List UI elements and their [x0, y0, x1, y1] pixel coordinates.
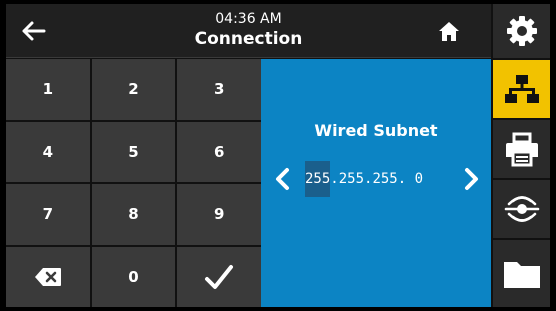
previous-octet-button[interactable] [271, 161, 295, 197]
sidebar-item-print[interactable] [493, 120, 550, 178]
network-icon [504, 75, 539, 103]
backspace-key[interactable] [6, 246, 90, 307]
page-title: Connection [194, 29, 303, 49]
sensor-icon [504, 196, 539, 222]
header-bar: 04:36 AM Connection [6, 4, 491, 58]
clock-time: 04:36 AM [215, 11, 282, 27]
confirm-key[interactable] [177, 246, 261, 307]
sidebar-item-storage[interactable] [493, 240, 550, 307]
key-2[interactable]: 2 [91, 59, 176, 120]
printer-icon [505, 132, 538, 167]
key-5[interactable]: 5 [91, 121, 176, 182]
key-1[interactable]: 1 [6, 59, 90, 120]
active-octet: 255 [305, 161, 331, 197]
key-6[interactable]: 6 [177, 121, 261, 182]
next-octet-button[interactable] [459, 161, 483, 197]
value-editor: Wired Subnet 255.255.255. 0 [261, 59, 491, 307]
key-3[interactable]: 3 [177, 59, 261, 120]
sidebar-item-connection[interactable] [493, 60, 550, 118]
sidebar-item-sensor[interactable] [493, 180, 550, 238]
remaining-octets: .255.255. 0 [330, 171, 424, 187]
chevron-right-icon [465, 168, 478, 190]
gear-icon [506, 16, 537, 46]
sidebar-menu [493, 4, 550, 307]
key-0[interactable]: 0 [91, 246, 176, 307]
folder-icon [503, 261, 540, 288]
chevron-left-icon [276, 168, 289, 190]
key-4[interactable]: 4 [6, 121, 90, 182]
sidebar-item-settings[interactable] [493, 4, 550, 58]
numeric-keypad: 1 2 3 4 5 6 7 8 9 0 [6, 59, 261, 307]
subnet-value[interactable]: 255.255.255. 0 [305, 161, 423, 197]
home-button[interactable] [432, 16, 466, 46]
checkmark-icon [205, 264, 234, 289]
key-8[interactable]: 8 [91, 184, 176, 245]
key-7[interactable]: 7 [6, 184, 90, 245]
backspace-icon [34, 267, 61, 286]
key-9[interactable]: 9 [177, 184, 261, 245]
printer-screen: 04:36 AM Connection 1 2 3 4 5 6 7 8 9 0 [6, 4, 550, 307]
field-label: Wired Subnet [314, 121, 438, 140]
home-icon [439, 22, 459, 41]
